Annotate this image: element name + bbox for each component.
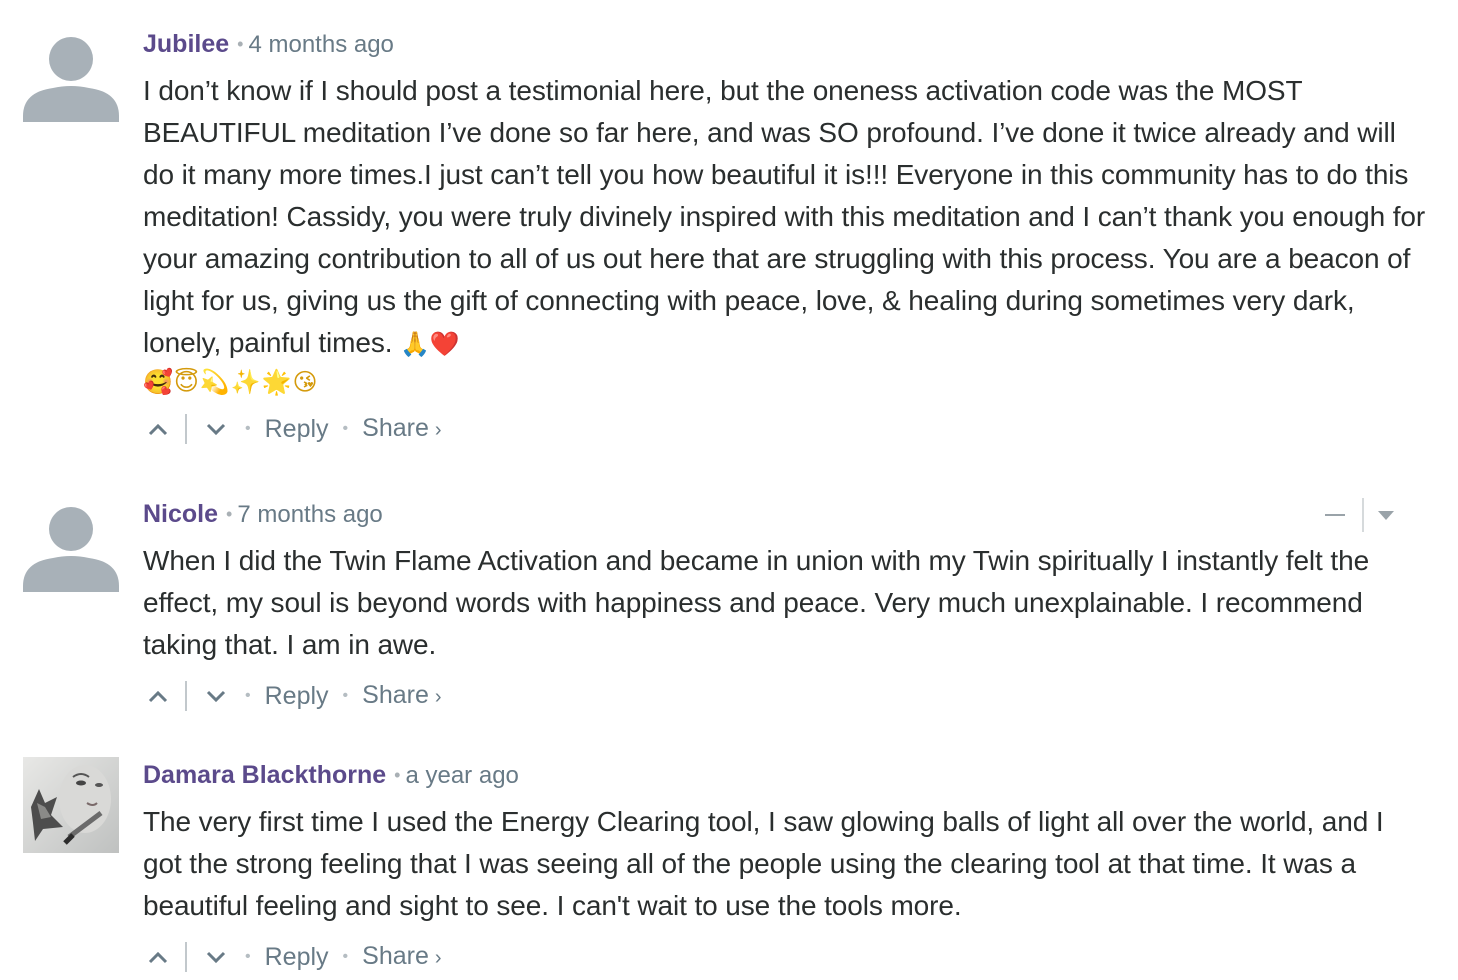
reply-button[interactable]: Reply [265, 678, 329, 714]
chevron-right-icon: › [434, 947, 442, 969]
author-name[interactable]: Jubilee [143, 30, 229, 58]
action-separator: • [245, 948, 251, 965]
downvote-button[interactable] [201, 414, 231, 444]
action-separator: • [342, 687, 349, 704]
comment-text: I don’t know if I should post a testimon… [143, 75, 1426, 358]
vote-divider [185, 942, 187, 972]
chevron-down-icon [206, 423, 226, 436]
photo-avatar-icon [23, 757, 119, 853]
comment-header: Damara Blackthorne • a year ago [143, 757, 1428, 793]
reply-button[interactable]: Reply [265, 939, 329, 975]
chevron-down-icon [206, 951, 226, 964]
chevron-up-icon [148, 951, 168, 964]
comment-actions: • Reply • Share › [143, 678, 1428, 714]
chevron-up-icon [148, 423, 168, 436]
author-name[interactable]: Nicole [143, 500, 218, 528]
action-separator: • [245, 687, 251, 704]
comment-content: Jubilee • 4 months ago I don’t know if I s… [143, 26, 1428, 447]
avatar[interactable] [23, 757, 119, 853]
menu-divider [1362, 498, 1364, 532]
comment-timestamp[interactable]: 7 months ago [237, 501, 382, 528]
avatar[interactable] [23, 26, 119, 122]
comment-actions: • Reply • Share › [143, 939, 1428, 975]
comment-text: The very first time I used the Energy Cl… [143, 806, 1384, 921]
meta-separator: • [226, 504, 233, 524]
comment-actions: • Reply • Share › [143, 411, 1428, 447]
vote-divider [185, 414, 187, 444]
comment-text: When I did the Twin Flame Activation and… [143, 545, 1370, 660]
action-separator: • [245, 420, 251, 437]
inline-emoji: 🙏❤️ [400, 330, 460, 358]
downvote-button[interactable] [201, 681, 231, 711]
meta-separator: • [237, 34, 244, 54]
comment-header: Jubilee • 4 months ago [143, 26, 1428, 62]
action-separator: • [342, 948, 349, 965]
chevron-right-icon: › [434, 419, 442, 441]
default-avatar-icon [23, 496, 119, 592]
chevron-up-icon [148, 690, 168, 703]
chevron-down-icon [206, 690, 226, 703]
comment-body: When I did the Twin Flame Activation and… [143, 540, 1428, 666]
share-button[interactable]: Share › [362, 938, 441, 976]
comment-timestamp[interactable]: 4 months ago [248, 31, 393, 58]
chevron-right-icon: › [434, 686, 442, 708]
upvote-button[interactable] [143, 681, 173, 711]
comment-content: Nicole • 7 months ago When I did the Twin … [143, 496, 1428, 714]
share-label: Share [362, 414, 429, 442]
share-button[interactable]: Share › [362, 410, 441, 448]
share-button[interactable]: Share › [362, 677, 441, 715]
comment-body: I don’t know if I should post a testimon… [143, 70, 1428, 399]
avatar[interactable] [23, 496, 119, 592]
default-avatar-icon [23, 26, 119, 122]
emoji-row: 🥰😇💫✨🌟😘 [143, 368, 319, 396]
action-separator: • [342, 420, 349, 437]
upvote-button[interactable] [143, 414, 173, 444]
share-label: Share [362, 681, 429, 709]
vote-divider [185, 681, 187, 711]
reply-button[interactable]: Reply [265, 411, 329, 447]
author-name[interactable]: Damara Blackthorne [143, 761, 386, 789]
comment-timestamp[interactable]: a year ago [405, 762, 518, 789]
caret-down-icon[interactable] [1378, 510, 1394, 520]
comment-content: Damara Blackthorne • a year ago The very f… [143, 757, 1428, 975]
comment-body: The very first time I used the Energy Cl… [143, 801, 1428, 927]
comment-menu-controls [1322, 498, 1394, 532]
comment-header: Nicole • 7 months ago [143, 496, 1428, 532]
downvote-button[interactable] [201, 942, 231, 972]
share-label: Share [362, 942, 429, 970]
meta-separator: • [394, 765, 401, 785]
collapse-button[interactable] [1322, 502, 1348, 528]
upvote-button[interactable] [143, 942, 173, 972]
